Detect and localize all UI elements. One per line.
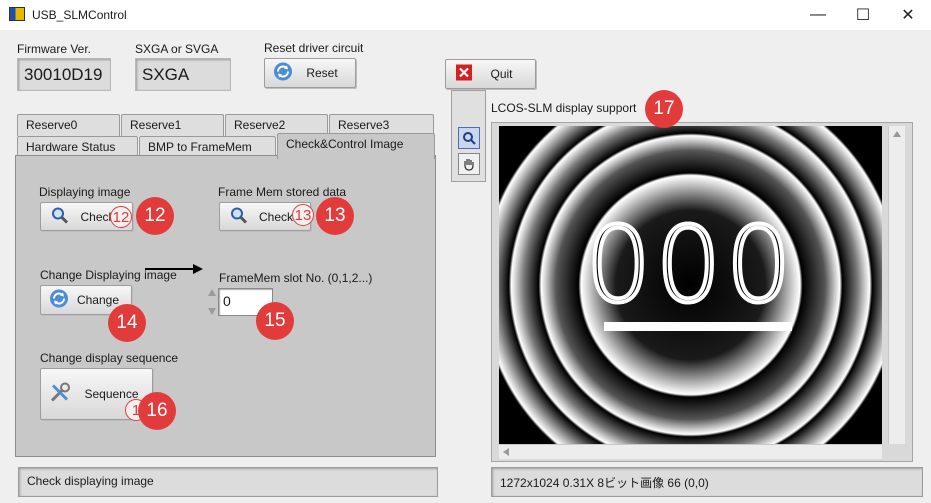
minimize-button[interactable]: — [795,0,841,30]
marker-13: 13 [316,197,354,235]
slot-stepper[interactable] [206,287,218,317]
title-bar: USB_SLMControl — ☐ ✕ [0,0,931,30]
display-frame: 000 [491,122,913,462]
scroll-left-icon [503,448,509,456]
firmware-label: Firmware Ver. [17,42,92,56]
tab-check-control-image[interactable]: Check&Control Image [277,133,435,159]
sxga-label: SXGA or SVGA [135,42,219,56]
framemem-stored-label: Frame Mem stored data [218,185,347,199]
pan-tool-button[interactable] [458,153,480,175]
close-button[interactable]: ✕ [885,0,931,30]
change-sequence-label: Change display sequence [40,351,179,365]
zoom-tool-button[interactable] [458,127,480,149]
reset-button-label: Reset [306,66,338,80]
displaying-image-label: Displaying image [39,185,131,199]
vertical-scrollbar[interactable] [888,126,905,444]
sxga-value: SXGA [135,58,231,91]
firmware-value: 30010D19 [17,58,111,91]
quit-button[interactable]: Quit [445,59,536,89]
scroll-up-icon [893,131,901,137]
display-digits: 000 [583,202,796,328]
app-icon [9,7,25,21]
display-support-label: LCOS-SLM display support [491,101,637,115]
slm-display-image[interactable]: 000 [499,126,882,444]
marker-14: 14 [108,304,146,342]
marker-17: 17 [645,90,683,128]
quit-button-label: Quit [490,67,513,81]
window-title: USB_SLMControl [32,8,127,22]
hand-icon [464,159,474,171]
horizontal-scrollbar[interactable] [499,444,882,459]
maximize-button[interactable]: ☐ [840,0,886,30]
marker-small-12: 12 [110,206,132,228]
reset-label: Reset driver circuit [264,41,364,55]
change-displaying-label: Change Displaying image [40,268,177,282]
marker-small-13: 13 [292,204,314,226]
display-status: 1272x1024 0.31X 8ビット画像 66 (0,0) [491,467,923,497]
arrow-line [145,268,195,270]
marker-15: 15 [256,302,294,340]
change-button-label: Change [76,293,120,307]
tab-reserve0[interactable]: Reserve0 [17,114,120,136]
marker-12: 12 [136,197,174,235]
tab-reserve1[interactable]: Reserve1 [121,114,224,136]
display-tool-strip [451,90,486,182]
display-underline [604,322,792,331]
marker-16: 16 [138,392,176,430]
slot-label: FrameMem slot No. (0,1,2...) [219,271,373,285]
zoom-icon [463,132,476,145]
reset-button[interactable]: Reset [264,58,356,88]
status-message: Check displaying image [18,467,438,497]
arrow-head [193,264,203,274]
